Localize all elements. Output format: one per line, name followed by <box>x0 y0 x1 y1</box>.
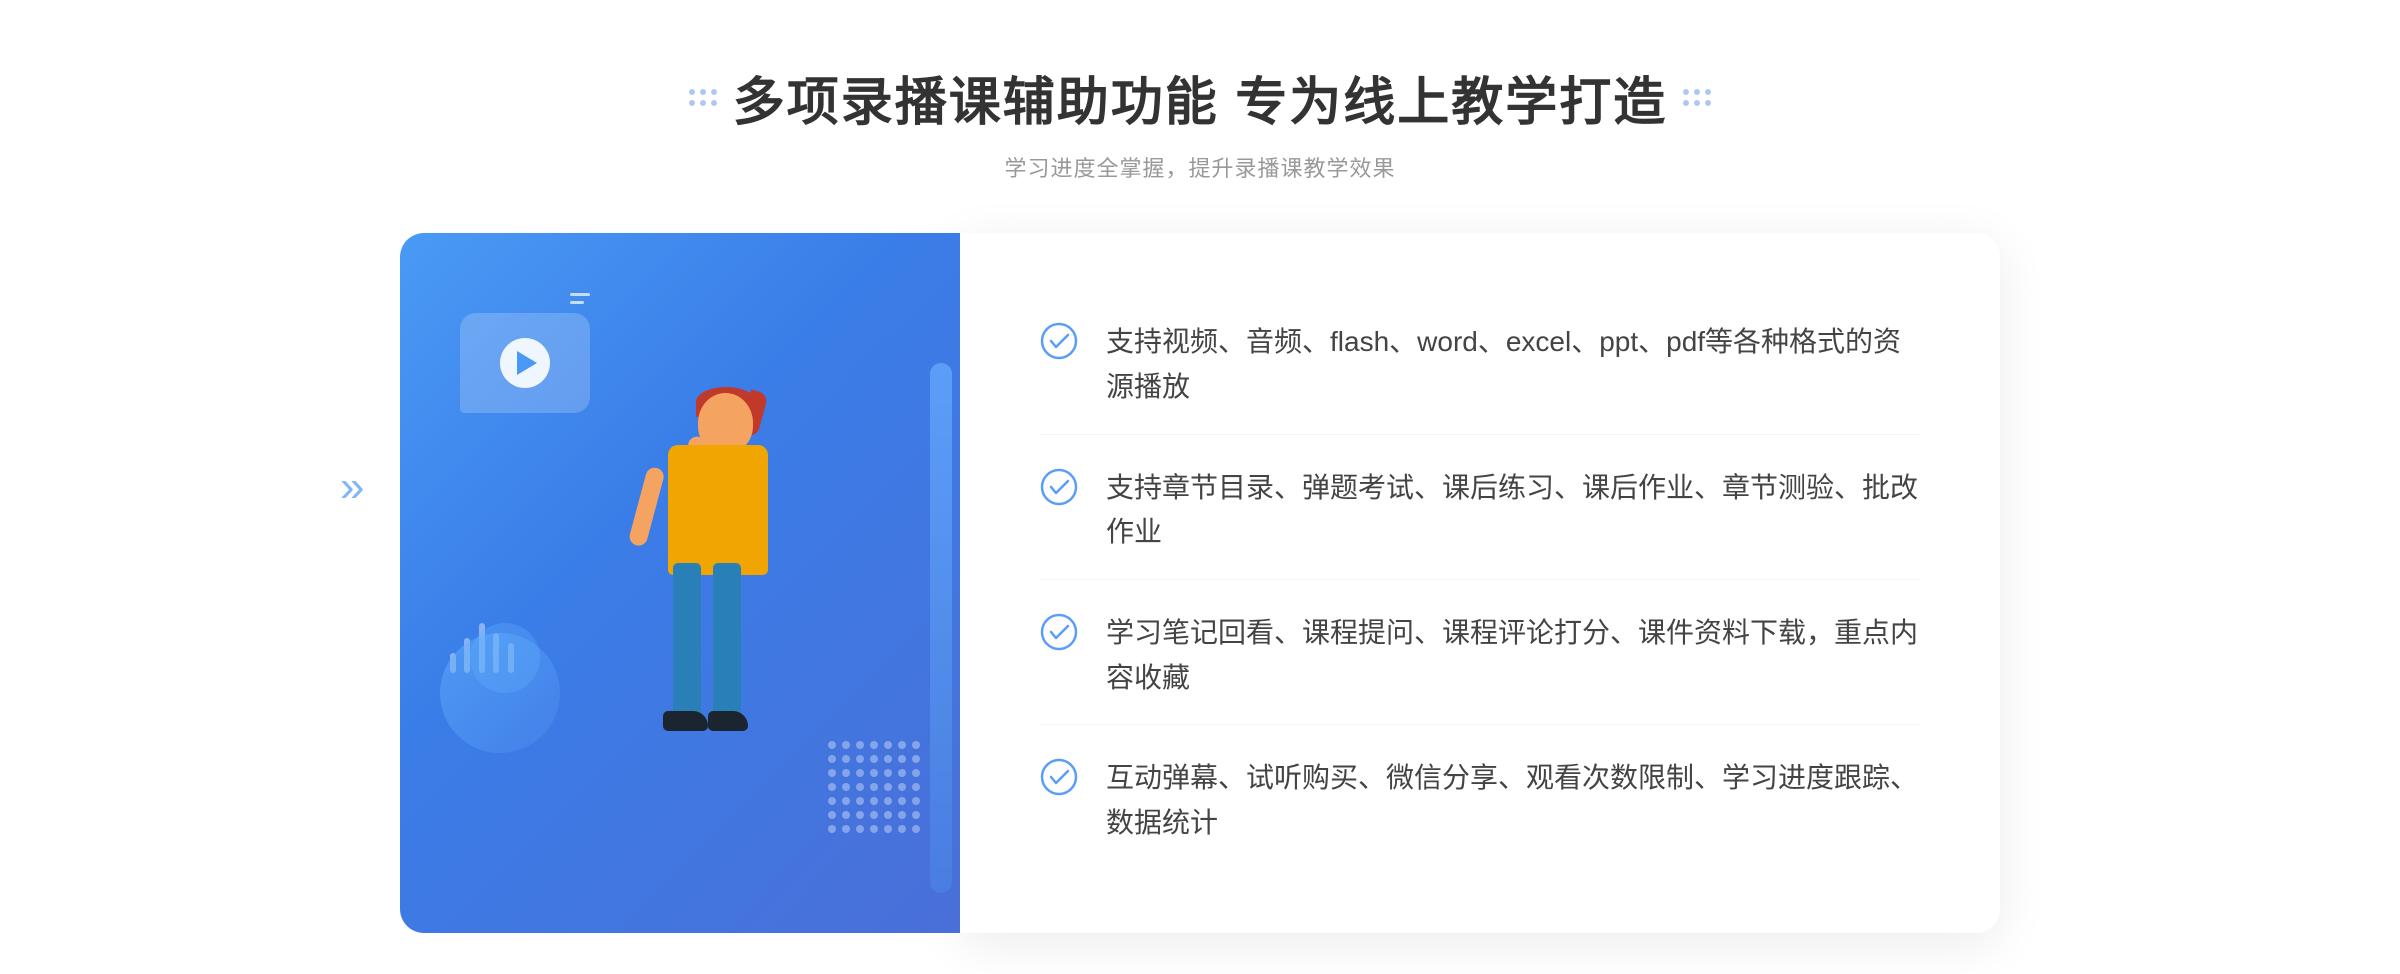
check-icon-4 <box>1040 758 1078 796</box>
feature-text-4: 互动弹幕、试听购买、微信分享、观看次数限制、学习进度跟踪、数据统计 <box>1106 756 1920 846</box>
feature-text-1: 支持视频、音频、flash、word、excel、ppt、pdf等各种格式的资源… <box>1106 320 1920 410</box>
main-title: 多项录播课辅助功能 专为线上教学打造 <box>733 60 1667 135</box>
figure-shoe-left <box>663 711 708 731</box>
feature-item-4: 互动弹幕、试听购买、微信分享、观看次数限制、学习进度跟踪、数据统计 <box>1040 732 1920 870</box>
sparkle-line-1 <box>570 293 590 296</box>
left-chevrons-deco: » <box>340 465 364 509</box>
figure-leg-left <box>673 563 701 723</box>
sparkle-line-2 <box>570 301 584 304</box>
content-area: 支持视频、音频、flash、word、excel、ppt、pdf等各种格式的资源… <box>400 233 2000 933</box>
header-section: 多项录播课辅助功能 专为线上教学打造 学习进度全掌握，提升录播课教学效果 <box>689 60 1711 183</box>
small-circle <box>470 623 540 693</box>
check-icon-2 <box>1040 468 1078 506</box>
figure-illustration <box>568 373 848 933</box>
figure-arm-left <box>628 466 666 548</box>
figure-shoe-right <box>708 711 748 731</box>
left-decorator <box>689 89 717 106</box>
feature-text-3: 学习笔记回看、课程提问、课程评论打分、课件资料下载，重点内容收藏 <box>1106 611 1920 701</box>
check-icon-1 <box>1040 322 1078 360</box>
sparkle-decoration <box>570 288 590 309</box>
page-container: » 多项录播课辅助功能 专为线上教学打造 学习进度全掌握，提升录播课教学效果 <box>0 0 2400 974</box>
play-triangle-icon <box>517 351 537 375</box>
feature-text-2: 支持章节目录、弹题考试、课后练习、课后作业、章节测验、批改作业 <box>1106 466 1920 556</box>
title-row: 多项录播课辅助功能 专为线上教学打造 <box>689 60 1711 135</box>
feature-item-1: 支持视频、音频、flash、word、excel、ppt、pdf等各种格式的资源… <box>1040 296 1920 435</box>
chevron-icon: » <box>340 465 364 509</box>
illustration-panel <box>400 233 960 933</box>
figure-body <box>668 445 768 575</box>
right-decorator <box>1683 89 1711 106</box>
feature-item-3: 学习笔记回看、课程提问、课程评论打分、课件资料下载，重点内容收藏 <box>1040 587 1920 726</box>
subtitle: 学习进度全掌握，提升录播课教学效果 <box>689 151 1711 183</box>
figure-leg-right <box>713 563 741 723</box>
features-panel: 支持视频、音频、flash、word、excel、ppt、pdf等各种格式的资源… <box>960 233 2000 933</box>
blue-accent-bar <box>930 363 952 893</box>
play-icon <box>500 338 550 388</box>
feature-item-2: 支持章节目录、弹题考试、课后练习、课后作业、章节测验、批改作业 <box>1040 442 1920 581</box>
check-icon-3 <box>1040 613 1078 651</box>
